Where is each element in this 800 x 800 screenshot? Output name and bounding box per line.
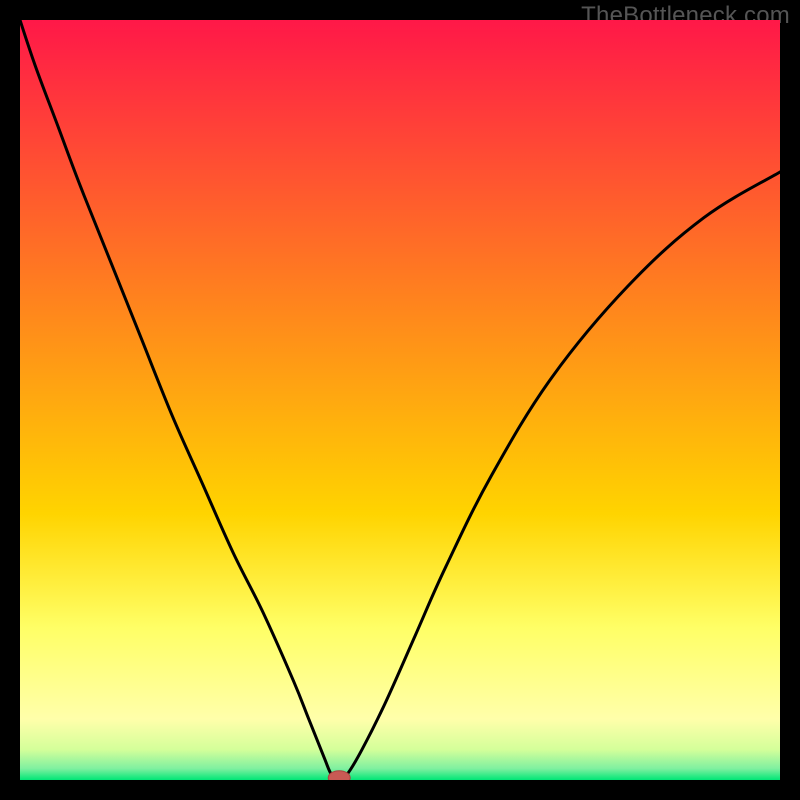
chart-svg: [20, 20, 780, 780]
gradient-background: [20, 20, 780, 780]
chart-frame: TheBottleneck.com: [0, 0, 800, 800]
plot-area: [20, 20, 780, 780]
